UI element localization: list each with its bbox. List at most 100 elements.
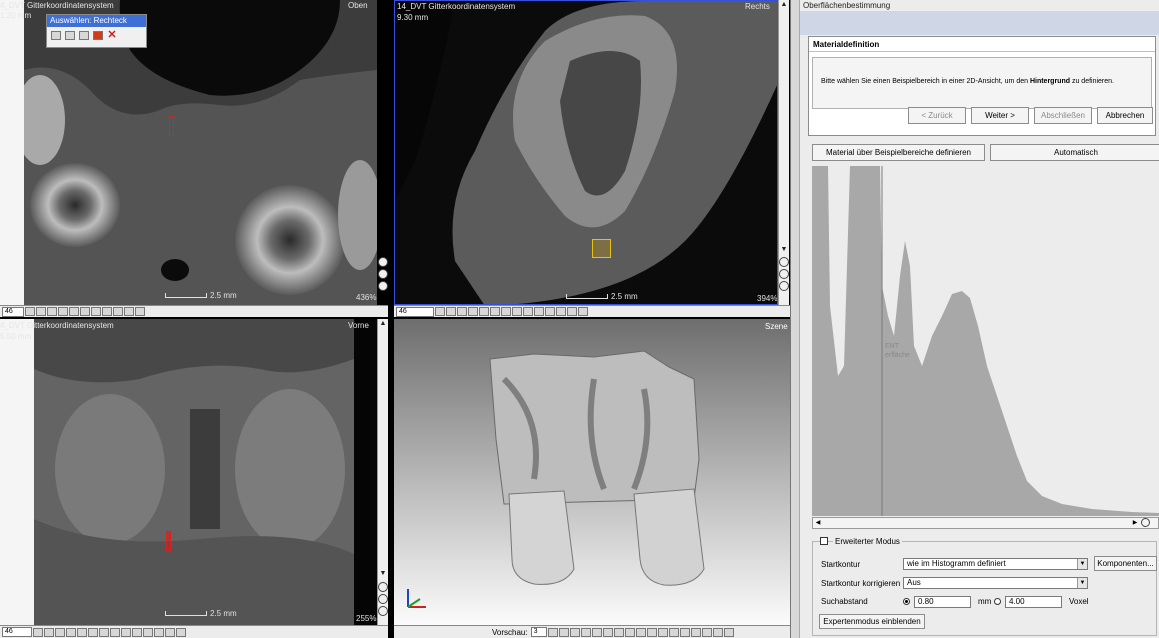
correct-contour-select[interactable]: Aus ▼ bbox=[903, 577, 1088, 589]
tool-icon[interactable] bbox=[154, 627, 164, 637]
tool-icon[interactable] bbox=[668, 627, 679, 637]
tool-icon[interactable] bbox=[25, 307, 35, 316]
tool-icon[interactable] bbox=[102, 307, 112, 316]
tool-icon[interactable] bbox=[132, 627, 142, 637]
zoom-in-icon[interactable] bbox=[378, 257, 388, 267]
mm-radio[interactable] bbox=[903, 598, 910, 605]
histogram-scrollbar[interactable]: ◀ ▶ bbox=[812, 517, 1159, 529]
tool-icon[interactable] bbox=[591, 627, 602, 637]
tool-icon[interactable] bbox=[121, 627, 131, 637]
tool-icon[interactable] bbox=[47, 307, 57, 316]
close-icon[interactable]: ✕ bbox=[107, 30, 117, 41]
tab-automatic[interactable]: Automatisch bbox=[990, 144, 1159, 161]
zoom-fit-icon[interactable] bbox=[378, 606, 388, 616]
tool-icon[interactable] bbox=[690, 627, 701, 637]
zoom-in-icon[interactable] bbox=[779, 257, 789, 267]
finish-button[interactable]: Abschließen bbox=[1034, 107, 1092, 124]
tool-icon[interactable] bbox=[88, 627, 98, 637]
tab-examples[interactable]: Material über Beispielbereiche definiere… bbox=[812, 144, 985, 161]
tool-icon[interactable] bbox=[143, 627, 153, 637]
cancel-button[interactable]: Abbrechen bbox=[1097, 107, 1153, 124]
next-button[interactable]: Weiter > bbox=[971, 107, 1029, 124]
tool-icon[interactable] bbox=[556, 307, 566, 316]
zoom-fit-icon[interactable] bbox=[378, 281, 388, 291]
components-button[interactable]: Komponenten... bbox=[1094, 556, 1157, 571]
back-button[interactable]: < Zurück bbox=[908, 107, 966, 124]
duplicate-icon[interactable] bbox=[65, 31, 75, 40]
zoom-out-icon[interactable] bbox=[779, 269, 789, 279]
zoom-out-icon[interactable] bbox=[378, 269, 388, 279]
tool-icon[interactable] bbox=[33, 627, 43, 637]
tool-icon[interactable] bbox=[55, 627, 65, 637]
voxel-radio[interactable] bbox=[994, 598, 1001, 605]
view-bottom-left[interactable]: 4_DVT Gitterkoordinatensystem 5.50 mm Vo… bbox=[0, 319, 377, 625]
tool-icon[interactable] bbox=[435, 307, 445, 316]
tool-icon[interactable] bbox=[165, 627, 175, 637]
tool-icon[interactable] bbox=[624, 627, 635, 637]
tool-icon[interactable] bbox=[558, 627, 569, 637]
slice-input[interactable]: 46 bbox=[2, 627, 32, 637]
selection-marker[interactable] bbox=[169, 116, 174, 136]
start-contour-select[interactable]: wie im Histogramm definiert ▼ bbox=[903, 558, 1088, 570]
vertical-scrollbar[interactable]: ▲ ▼ bbox=[377, 319, 388, 625]
tool-icon[interactable] bbox=[512, 307, 522, 316]
tool-icon[interactable] bbox=[77, 627, 87, 637]
tool-icon[interactable] bbox=[580, 627, 591, 637]
selection-marker[interactable] bbox=[166, 531, 171, 551]
tool-icon[interactable] bbox=[545, 307, 555, 316]
panel-splitter[interactable] bbox=[790, 0, 800, 638]
tool-icon[interactable] bbox=[66, 627, 76, 637]
tool-icon[interactable] bbox=[176, 627, 186, 637]
tool-icon[interactable] bbox=[613, 627, 624, 637]
selection-marker[interactable] bbox=[592, 239, 611, 258]
tool-icon[interactable] bbox=[110, 627, 120, 637]
view-top-right[interactable]: 14_DVT Gitterkoordinatensystem 9.30 mm R… bbox=[394, 0, 778, 305]
zoom-in-icon[interactable] bbox=[378, 582, 388, 592]
tool-icon[interactable] bbox=[44, 627, 54, 637]
distance-mm-input[interactable]: 0.80 bbox=[914, 596, 971, 608]
tool-icon[interactable] bbox=[69, 307, 79, 316]
tool-icon[interactable] bbox=[635, 627, 646, 637]
tool-icon[interactable] bbox=[501, 307, 511, 316]
tool-icon[interactable] bbox=[534, 307, 544, 316]
slice-input[interactable]: 46 bbox=[396, 306, 434, 317]
tool-icon[interactable] bbox=[99, 627, 109, 637]
tool-icon[interactable] bbox=[569, 627, 580, 637]
delete-red-icon[interactable] bbox=[93, 31, 103, 40]
advanced-checkbox[interactable] bbox=[820, 537, 828, 545]
view-3d-scene[interactable]: Szene bbox=[394, 319, 790, 625]
tool-icon[interactable] bbox=[712, 627, 723, 637]
tool-icon[interactable] bbox=[547, 627, 558, 637]
tool-icon[interactable] bbox=[657, 627, 668, 637]
tool-icon[interactable] bbox=[124, 307, 134, 316]
tool-icon[interactable] bbox=[135, 307, 145, 316]
copy-icon[interactable] bbox=[51, 31, 61, 40]
tool-icon[interactable] bbox=[479, 307, 489, 316]
distance-voxel-input[interactable]: 4.00 bbox=[1005, 596, 1062, 608]
tool-icon[interactable] bbox=[523, 307, 533, 316]
slice-input[interactable]: 46 bbox=[2, 306, 24, 317]
tool-icon[interactable] bbox=[36, 307, 46, 316]
zoom-out-icon[interactable] bbox=[378, 594, 388, 604]
tool-icon[interactable] bbox=[457, 307, 467, 316]
tool-icon[interactable] bbox=[468, 307, 478, 316]
tool-icon[interactable] bbox=[113, 307, 123, 316]
tool-icon[interactable] bbox=[646, 627, 657, 637]
expert-mode-button[interactable]: Expertenmodus einblenden bbox=[819, 614, 925, 629]
layer-icon[interactable] bbox=[79, 31, 89, 40]
tool-icon[interactable] bbox=[679, 627, 690, 637]
zoom-fit-icon[interactable] bbox=[779, 281, 789, 291]
histogram[interactable]: ENT erfläche bbox=[812, 166, 1159, 516]
tool-icon[interactable] bbox=[58, 307, 68, 316]
tool-icon[interactable] bbox=[602, 627, 613, 637]
tool-icon[interactable] bbox=[446, 307, 456, 316]
histogram-zoom-icon[interactable] bbox=[1141, 518, 1150, 527]
tool-icon[interactable] bbox=[490, 307, 500, 316]
tool-icon[interactable] bbox=[567, 307, 577, 316]
tool-icon[interactable] bbox=[723, 627, 734, 637]
tool-icon[interactable] bbox=[91, 307, 101, 316]
tool-icon[interactable] bbox=[80, 307, 90, 316]
tool-icon[interactable] bbox=[701, 627, 712, 637]
preview-input[interactable]: 3 bbox=[530, 627, 547, 637]
tool-icon[interactable] bbox=[578, 307, 588, 316]
